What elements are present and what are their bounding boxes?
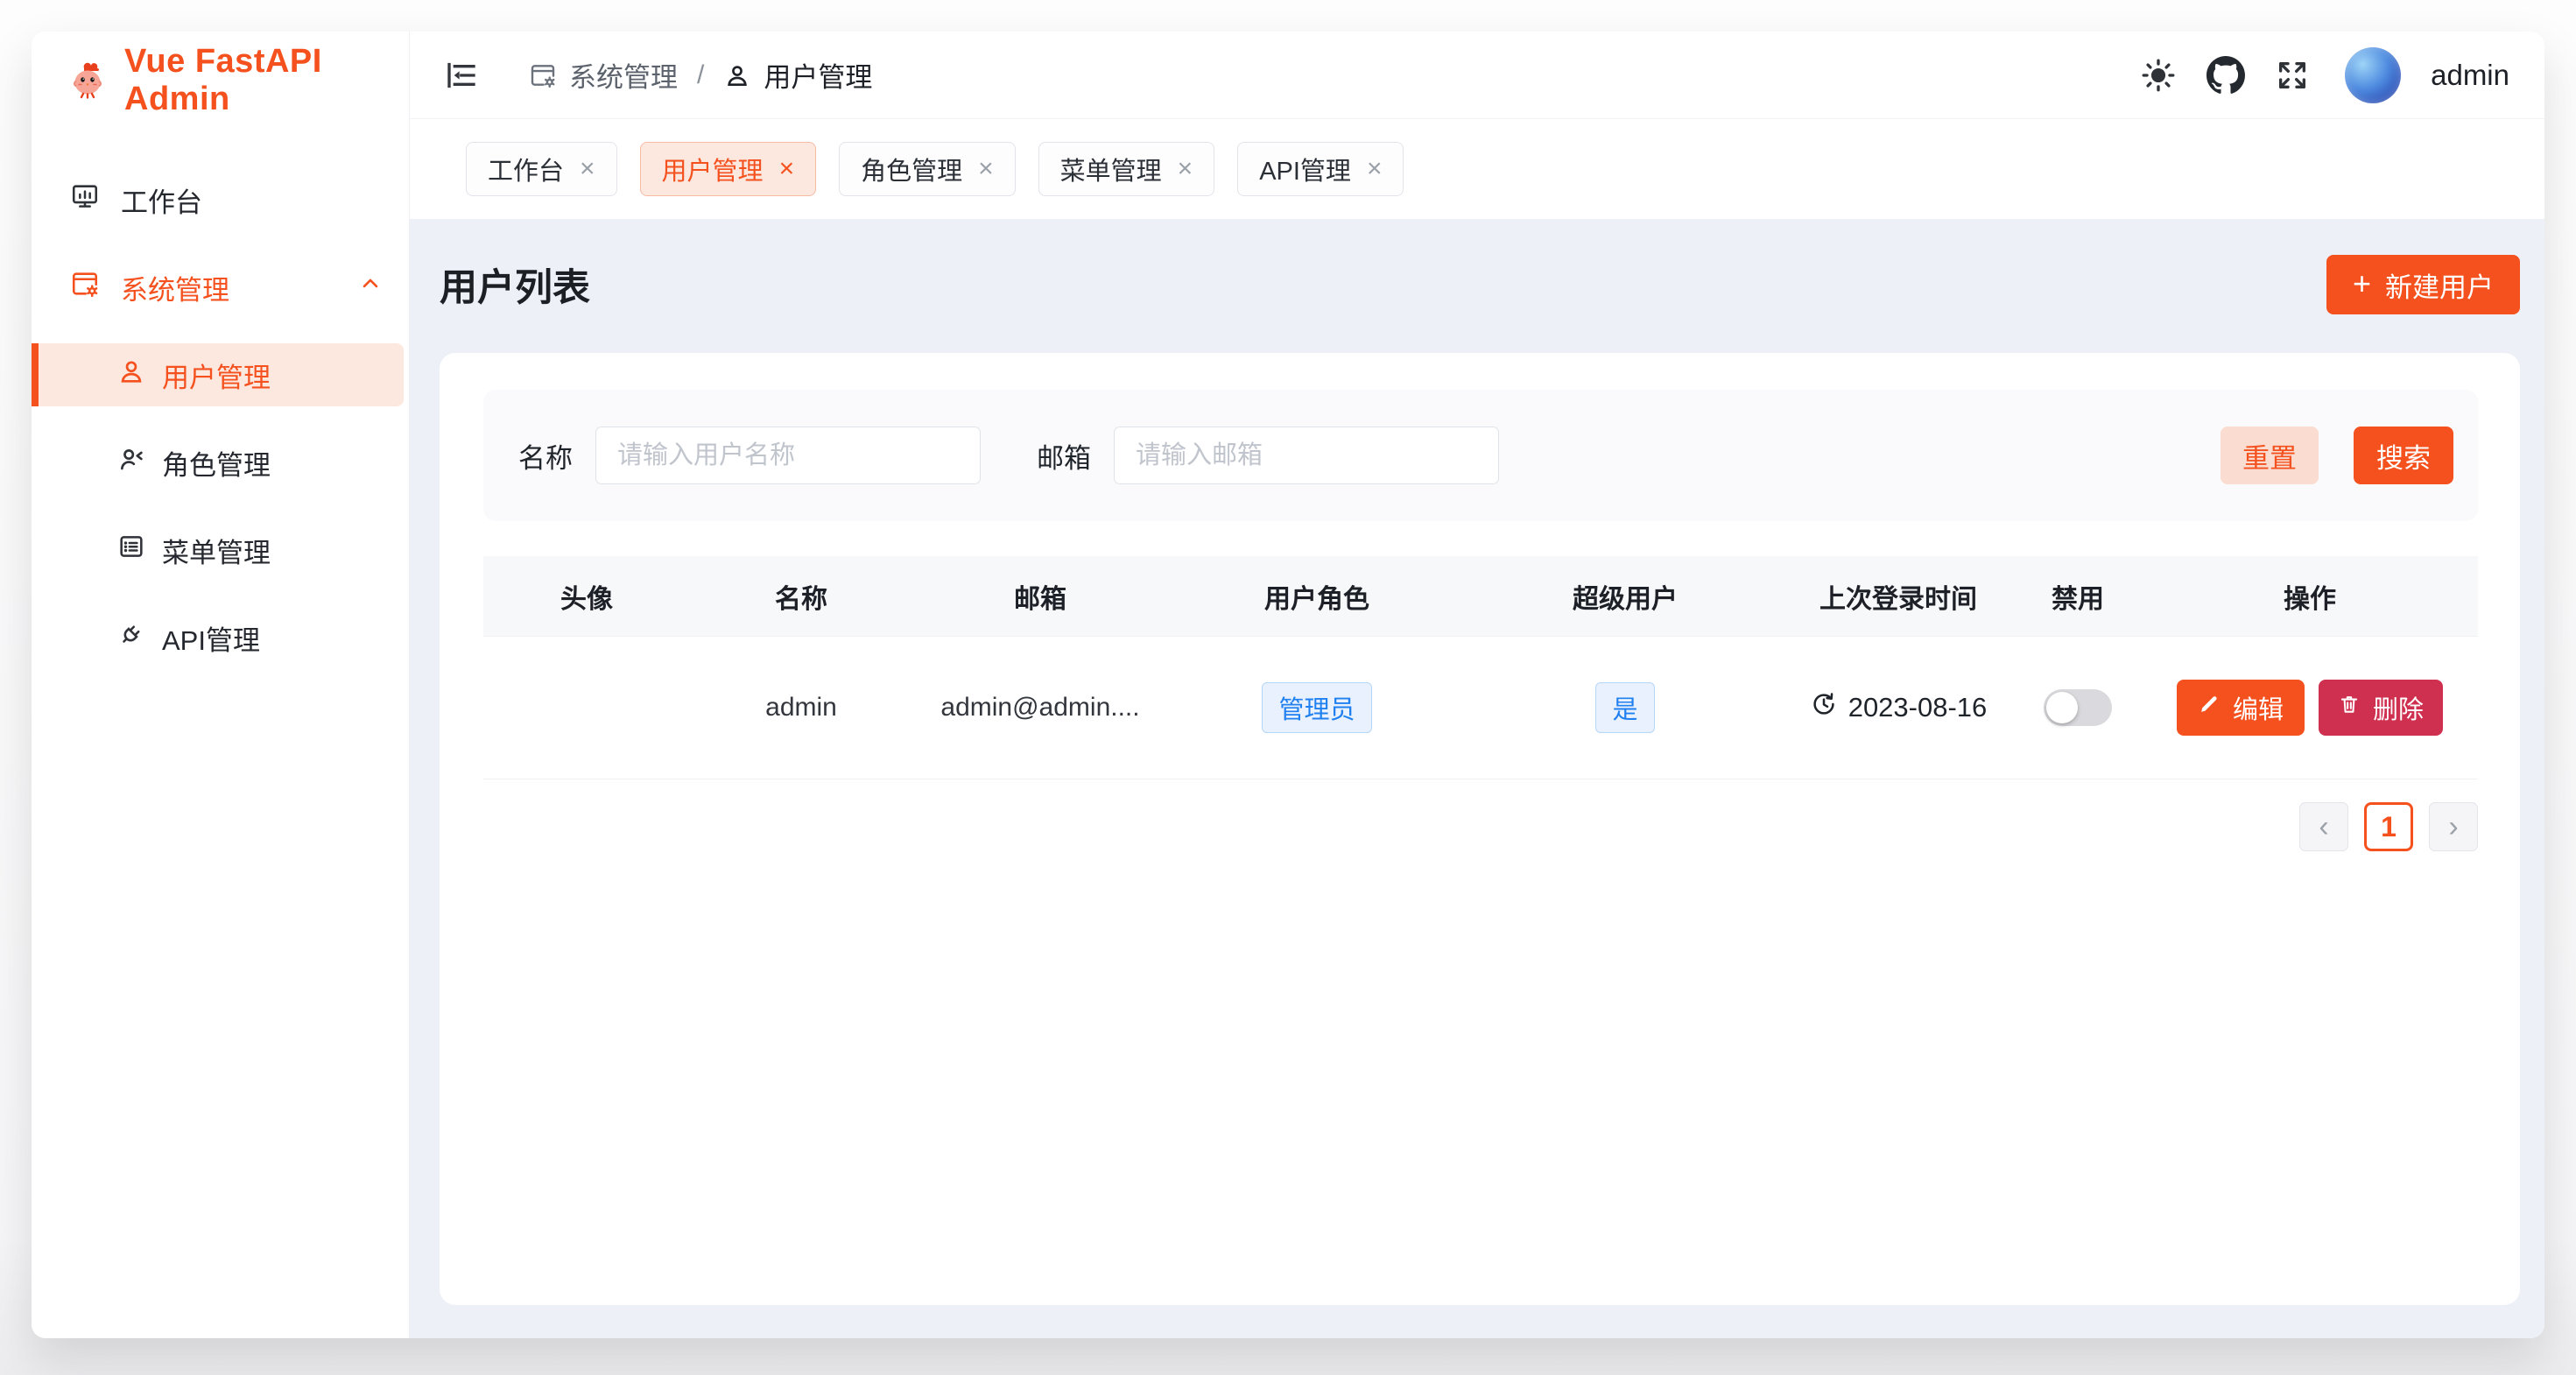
name-filter-label: 名称 [518, 436, 573, 476]
tab-user-management[interactable]: 用户管理 × [640, 142, 817, 196]
trash-icon [2338, 693, 2361, 723]
menu-icon [116, 532, 146, 568]
close-icon[interactable]: × [1178, 156, 1193, 182]
role-icon [116, 444, 146, 481]
delete-button[interactable]: 删除 [2319, 680, 2443, 736]
sidebar-group-system[interactable]: 系统管理 [32, 256, 409, 319]
table-row: admin admin@admin.... 管理员 是 [483, 637, 2478, 779]
breadcrumb: 系统管理 / 用户管理 [529, 55, 872, 95]
workbench-icon [70, 181, 100, 218]
filter-panel: 名称 邮箱 重置 搜索 [483, 390, 2478, 521]
user-icon [116, 356, 146, 393]
tab-api-management[interactable]: API管理 × [1237, 142, 1404, 196]
breadcrumb-separator: / [697, 60, 704, 90]
column-header-email: 邮箱 [912, 577, 1168, 616]
chick-logo-icon [67, 58, 109, 104]
chevron-left-icon: ‹ [2319, 810, 2328, 844]
api-icon [116, 619, 146, 656]
edit-button[interactable]: 编辑 [2177, 680, 2305, 736]
system-icon [70, 269, 100, 306]
email-filter-label: 邮箱 [1037, 436, 1091, 476]
column-header-role: 用户角色 [1168, 577, 1466, 616]
disabled-toggle[interactable] [2044, 689, 2112, 726]
app-title: Vue FastAPI Admin [124, 43, 409, 118]
column-header-last-login: 上次登录时间 [1784, 577, 2012, 616]
close-icon[interactable]: × [978, 156, 994, 182]
chevron-right-icon: › [2448, 810, 2458, 844]
sidebar: Vue FastAPI Admin 工作台 [32, 32, 410, 1338]
sidebar-item-label: 工作台 [121, 180, 202, 220]
logo[interactable]: Vue FastAPI Admin [32, 32, 409, 130]
close-icon[interactable]: × [779, 156, 795, 182]
breadcrumb-item-system[interactable]: 系统管理 [529, 55, 678, 95]
github-icon[interactable] [2206, 56, 2245, 95]
name-cell: admin [690, 693, 912, 723]
sidebar-item-menu-management[interactable]: 菜单管理 [32, 518, 409, 582]
sidebar-item-role-management[interactable]: 角色管理 [32, 431, 409, 494]
sidebar-item-label: 菜单管理 [162, 531, 271, 570]
column-header-avatar: 头像 [483, 577, 690, 616]
role-tag: 管理员 [1262, 682, 1371, 733]
table-header-row: 头像 名称 邮箱 用户角色 超级用户 上次登录时间 禁用 操作 [483, 556, 2478, 637]
tab-role-management[interactable]: 角色管理 × [839, 142, 1016, 196]
name-filter-input[interactable] [595, 427, 981, 484]
superuser-tag: 是 [1595, 682, 1654, 733]
page-head: 用户列表 + 新建用户 [440, 254, 2520, 315]
tab-menu-management[interactable]: 菜单管理 × [1038, 142, 1215, 196]
topbar-actions: admin [2140, 47, 2509, 103]
superuser-cell: 是 [1466, 682, 1784, 733]
pagination-next-button[interactable]: › [2429, 802, 2478, 851]
column-header-disabled: 禁用 [2012, 577, 2143, 616]
clock-history-icon [1810, 690, 1838, 725]
app-window: Vue FastAPI Admin 工作台 [32, 32, 2544, 1338]
content: 用户列表 + 新建用户 名称 邮箱 重置 搜索 [410, 219, 2544, 1338]
main-area: 系统管理 / 用户管理 [410, 32, 2544, 1338]
email-filter-input[interactable] [1114, 427, 1499, 484]
user-avatar[interactable] [2345, 47, 2401, 103]
sidebar-collapse-icon[interactable] [443, 58, 478, 93]
sidebar-menu: 工作台 系统管理 [32, 168, 409, 694]
breadcrumb-item-user[interactable]: 用户管理 [723, 55, 872, 95]
topbar: 系统管理 / 用户管理 [410, 32, 2544, 119]
pagination: ‹ 1 › [483, 802, 2478, 851]
sidebar-item-label: 角色管理 [162, 443, 271, 483]
fullscreen-icon[interactable] [2275, 58, 2310, 93]
users-table: 头像 名称 邮箱 用户角色 超级用户 上次登录时间 禁用 操作 admin ad… [483, 556, 2478, 779]
sidebar-item-label: API管理 [162, 618, 260, 658]
user-list-card: 名称 邮箱 重置 搜索 头像 名称 邮箱 用户角色 [440, 353, 2520, 1305]
sidebar-item-label: 用户管理 [162, 356, 271, 395]
theme-sun-icon[interactable] [2140, 57, 2177, 94]
sidebar-group-label: 系统管理 [121, 268, 229, 307]
column-header-name: 名称 [690, 577, 912, 616]
actions-cell: 编辑 删除 [2143, 680, 2476, 736]
tabbar: 工作台 × 用户管理 × 角色管理 × 菜单管理 × API管理 × [410, 119, 2544, 219]
column-header-superuser: 超级用户 [1466, 577, 1784, 616]
disabled-cell [2012, 689, 2143, 726]
sidebar-item-workbench[interactable]: 工作台 [32, 168, 409, 231]
new-user-button[interactable]: + 新建用户 [2326, 255, 2520, 314]
pencil-icon [2198, 693, 2221, 723]
close-icon[interactable]: × [1367, 156, 1383, 182]
plus-icon: + [2353, 265, 2371, 302]
sidebar-item-user-management[interactable]: 用户管理 [32, 343, 404, 406]
chevron-up-icon [358, 271, 383, 303]
page-title: 用户列表 [440, 257, 590, 312]
tab-workbench[interactable]: 工作台 × [466, 142, 617, 196]
column-header-actions: 操作 [2143, 577, 2476, 616]
username-label[interactable]: admin [2431, 59, 2509, 92]
sidebar-item-api-management[interactable]: API管理 [32, 606, 409, 669]
filter-actions: 重置 搜索 [2221, 427, 2453, 484]
email-cell: admin@admin.... [912, 693, 1168, 723]
pagination-page-1[interactable]: 1 [2364, 802, 2413, 851]
last-login-cell: 2023-08-16 [1784, 690, 2012, 725]
reset-button[interactable]: 重置 [2221, 427, 2319, 484]
role-cell: 管理员 [1168, 682, 1466, 733]
pagination-prev-button[interactable]: ‹ [2299, 802, 2348, 851]
close-icon[interactable]: × [580, 156, 595, 182]
search-button[interactable]: 搜索 [2354, 427, 2453, 484]
